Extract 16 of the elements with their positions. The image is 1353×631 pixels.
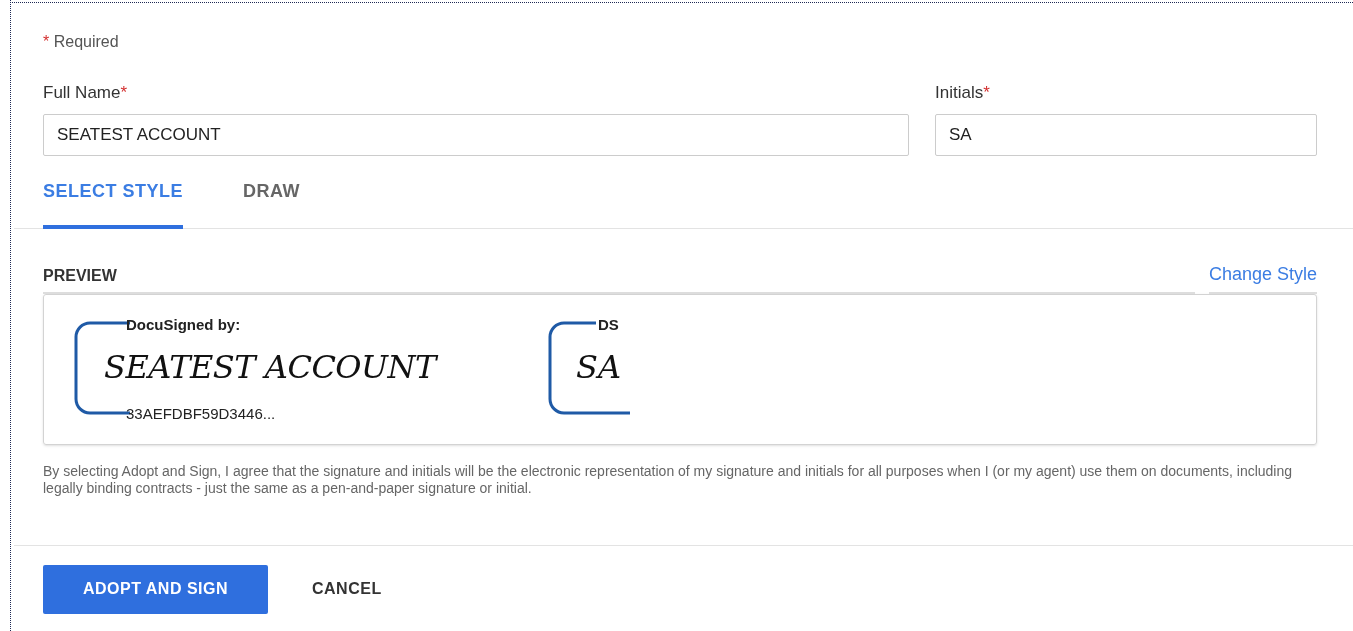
cancel-button[interactable]: CANCEL bbox=[294, 564, 400, 614]
signature-id: 33AEFDBF59D3446... bbox=[126, 403, 276, 424]
full-name-field[interactable]: SEATEST ACCOUNT bbox=[43, 113, 909, 156]
initials-header: DS bbox=[598, 314, 619, 335]
handwritten-initials: SA bbox=[576, 346, 622, 388]
field-label: Full Name* bbox=[43, 82, 129, 104]
field-label: Initials* bbox=[935, 82, 991, 104]
change-style-link[interactable]: Change Style bbox=[1208, 260, 1317, 294]
signature-header: DocuSigned by: bbox=[126, 314, 241, 335]
style-tab[interactable]: SELECT STYLE bbox=[43, 177, 183, 229]
preview-label: PREVIEW bbox=[43, 266, 117, 284]
disclaimer-text: By selecting Adopt and Sign, I agree that the signature and initials will be the electronic representation of my signature and initials for all purposes when I (or my agent) use them on documents, including legally binding contracts - just the same as a pen-and-paper signature or initial. bbox=[43, 462, 1294, 497]
style-tab[interactable]: DRAW bbox=[243, 177, 300, 229]
required-note: * Required bbox=[42, 32, 120, 52]
adopt-and-sign-button[interactable]: ADOPT AND SIGN bbox=[43, 564, 268, 614]
initials-field[interactable]: SA bbox=[935, 113, 1317, 156]
